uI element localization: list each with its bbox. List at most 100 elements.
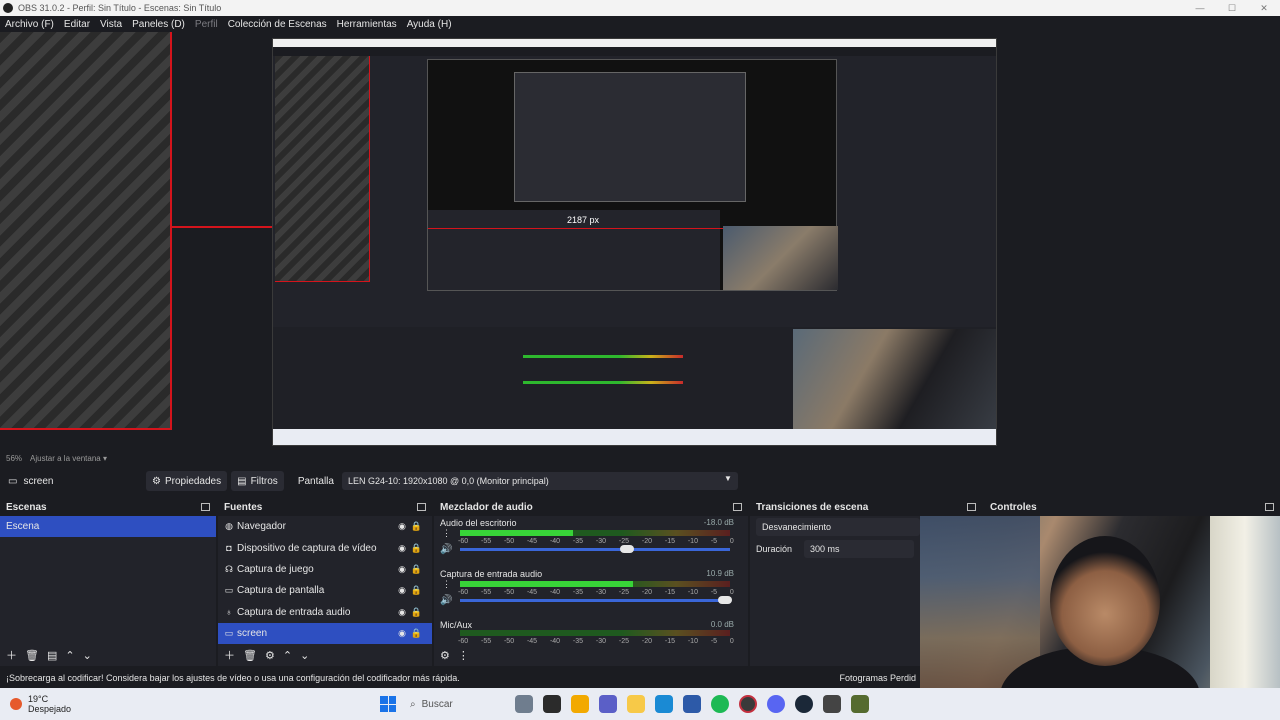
add-icon[interactable]: ＋ — [6, 647, 17, 663]
volume-icon[interactable]: 🔊 — [440, 595, 452, 606]
add-icon[interactable]: ＋ — [224, 647, 235, 663]
meter-tick-label: -40 — [549, 589, 561, 596]
app-icon[interactable] — [823, 695, 841, 713]
source-item-navegador[interactable]: ◍ Navegador ◉ 🔒 — [218, 516, 432, 537]
filters-button[interactable]: ▤ Filtros — [231, 471, 284, 491]
volume-slider-handle[interactable] — [717, 596, 732, 604]
menu-coleccion-escenas[interactable]: Colección de Escenas — [223, 19, 332, 30]
move-down-icon[interactable]: ⌄ — [83, 649, 92, 662]
teams-icon[interactable] — [599, 695, 617, 713]
discord-icon[interactable] — [767, 695, 785, 713]
menu-perfil[interactable]: Perfil — [190, 19, 223, 30]
menu-paneles[interactable]: Paneles (D) — [127, 19, 190, 30]
sources-toolbar: ＋ 🗑 ⚙ ⌃ ⌄ — [218, 644, 432, 666]
controls-header: Controles — [984, 498, 1280, 516]
volume-slider-handle[interactable] — [620, 545, 635, 553]
source-item-captura-pantalla[interactable]: ▭ Captura de pantalla ◉ 🔒 — [218, 580, 432, 601]
eye-icon[interactable]: ◉ — [398, 543, 406, 554]
lock-icon[interactable]: 🔒 — [411, 607, 422, 618]
trash-icon[interactable]: 🗑 — [243, 649, 257, 662]
meter-tick-label: -55 — [480, 538, 492, 545]
folder-icon[interactable] — [627, 695, 645, 713]
globe-icon: ◍ — [225, 521, 233, 532]
gear-icon: ⚙ — [152, 475, 161, 487]
terminal-icon[interactable] — [543, 695, 561, 713]
menu-editar[interactable]: Editar — [59, 19, 95, 30]
windows-start-icon[interactable] — [380, 696, 396, 712]
undock-icon[interactable] — [201, 503, 210, 511]
volume-slider[interactable] — [460, 596, 732, 604]
filter-icon[interactable]: ▤ — [47, 649, 57, 662]
nested-preview-recursive — [514, 72, 746, 202]
eye-icon[interactable]: ◉ — [398, 585, 406, 596]
chrome-icon[interactable] — [571, 695, 589, 713]
lock-icon[interactable]: 🔒 — [411, 521, 422, 532]
channel-db: 0.0 dB — [710, 620, 734, 629]
menu-archivo[interactable]: Archivo (F) — [0, 19, 59, 30]
close-icon[interactable]: ✕ — [1248, 3, 1280, 14]
move-up-icon[interactable]: ⌃ — [283, 649, 292, 662]
source-item-dispositivo-captura-video[interactable]: ◘ Dispositivo de captura de vídeo ◉ 🔒 — [218, 537, 432, 558]
menu-vista[interactable]: Vista — [95, 19, 127, 30]
minimize-icon[interactable]: — — [1184, 3, 1216, 14]
source-item-captura-entrada-audio[interactable]: ♁ Captura de entrada audio ◉ 🔒 — [218, 602, 432, 623]
nested-out-of-bounds-area — [275, 56, 370, 282]
menu-dots-icon[interactable]: ⋮ — [442, 579, 451, 590]
source-label: screen — [237, 628, 268, 640]
move-down-icon[interactable]: ⌄ — [300, 649, 309, 662]
fit-window-dropdown[interactable]: Ajustar a la ventana ▾ — [30, 454, 107, 463]
properties-label: Propiedades — [164, 475, 222, 487]
menu-ayuda[interactable]: Ayuda (H) — [402, 19, 457, 30]
controls-title: Controles — [990, 501, 1037, 513]
scene-item[interactable]: Escena — [0, 516, 216, 537]
properties-button[interactable]: ⚙ Propiedades — [146, 471, 228, 491]
eye-icon[interactable]: ◉ — [398, 521, 406, 532]
lock-icon[interactable]: 🔒 — [411, 585, 422, 596]
edge-icon[interactable] — [655, 695, 673, 713]
search-placeholder: Buscar — [421, 698, 453, 710]
display-select[interactable]: LEN G24-10: 1920x1080 @ 0,0 (Monitor pri… — [341, 472, 738, 490]
volume-slider[interactable] — [460, 545, 730, 553]
undock-icon[interactable] — [1265, 503, 1274, 511]
transition-select[interactable]: Desvanecimiento — [756, 518, 920, 536]
duration-input[interactable]: 300 ms — [804, 540, 914, 558]
eye-icon[interactable]: ◉ — [398, 628, 406, 639]
preview-canvas[interactable]: 2187 px — [0, 32, 1280, 450]
source-label: Captura de entrada audio — [237, 606, 351, 618]
source-item-screen[interactable]: ▭ screen ◉ 🔒 — [218, 622, 432, 645]
app2-icon[interactable] — [851, 695, 869, 713]
menu-bar: Archivo (F) Editar Vista Paneles (D) Per… — [0, 16, 1280, 32]
menu-herramientas[interactable]: Herramientas — [332, 19, 402, 30]
taskbar-search[interactable]: ⌕ Buscar — [410, 693, 510, 715]
menu-dots-icon[interactable]: ⋮ — [442, 528, 451, 539]
selected-source-name: screen — [23, 475, 54, 487]
source-label: Captura de pantalla — [237, 585, 325, 597]
gear-icon[interactable]: ⚙ — [440, 649, 450, 662]
volume-icon[interactable]: 🔊 — [440, 544, 452, 555]
spotify-icon[interactable] — [711, 695, 729, 713]
sources-dock: Fuentes ◍ Navegador ◉ 🔒 ◘ Dispositivo de… — [218, 498, 432, 666]
transition-value: Desvanecimiento — [762, 522, 832, 532]
obs-icon[interactable] — [739, 695, 757, 713]
gear-icon[interactable]: ⚙ — [265, 649, 275, 662]
undock-icon[interactable] — [417, 503, 426, 511]
store-icon[interactable] — [683, 695, 701, 713]
eye-icon[interactable]: ◉ — [398, 564, 406, 575]
maximize-icon[interactable]: ☐ — [1216, 3, 1248, 14]
screen-capture-source[interactable]: 2187 px — [272, 38, 997, 446]
weather-widget[interactable]: 19°C Despejado — [0, 694, 380, 714]
file-explorer-icon[interactable] — [515, 695, 533, 713]
lock-icon[interactable]: 🔒 — [411, 564, 422, 575]
menu-dots-icon[interactable]: ⋮ — [458, 649, 469, 662]
eye-icon[interactable]: ◉ — [398, 607, 406, 618]
lock-icon[interactable]: 🔒 — [411, 543, 422, 554]
move-up-icon[interactable]: ⌃ — [65, 649, 74, 662]
source-item-captura-juego[interactable]: ☊ Captura de juego ◉ 🔒 — [218, 559, 432, 580]
duration-label: Duración — [756, 544, 793, 554]
lock-icon[interactable]: 🔒 — [411, 628, 422, 639]
steam-icon[interactable] — [795, 695, 813, 713]
undock-icon[interactable] — [733, 503, 742, 511]
undock-icon[interactable] — [967, 503, 976, 511]
trash-icon[interactable]: 🗑 — [25, 649, 39, 662]
meter-tick-label: -45 — [526, 538, 538, 545]
